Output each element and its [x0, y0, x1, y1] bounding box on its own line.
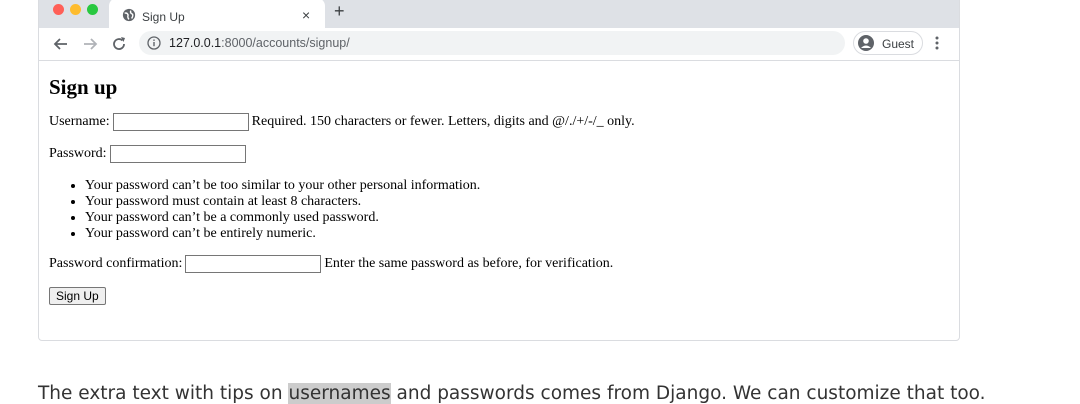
url-path: :8000/accounts/signup/: [221, 36, 350, 50]
password-input[interactable]: [109, 145, 246, 163]
caption-after: and passwords comes from Django. We can …: [390, 383, 986, 404]
maximize-window-button[interactable]: [87, 4, 98, 15]
window-controls: [53, 4, 98, 15]
forward-arrow-icon[interactable]: [80, 34, 100, 54]
caption-before: The extra text with tips on: [38, 383, 289, 404]
password-rule: Your password can’t be a commonly used p…: [85, 210, 480, 226]
profile-label: Guest: [882, 37, 915, 51]
password-row: Password:: [49, 145, 249, 163]
browser-toolbar: 127.0.0.1:8000/accounts/signup/ Guest: [39, 28, 959, 61]
username-row: Username: Required. 150 characters or fe…: [49, 113, 635, 131]
username-label: Username:: [49, 114, 110, 129]
password-rule: Your password can’t be entirely numeric.: [85, 226, 480, 242]
info-icon[interactable]: [147, 36, 161, 50]
tab-close-icon[interactable]: ×: [302, 7, 310, 23]
tab-title: Sign Up: [142, 10, 185, 24]
password-confirm-label: Password confirmation:: [49, 256, 183, 271]
person-icon: [858, 35, 874, 51]
address-bar[interactable]: 127.0.0.1:8000/accounts/signup/: [139, 31, 845, 55]
page-title: Sign up: [49, 75, 118, 99]
minimize-window-button[interactable]: [70, 4, 81, 15]
close-window-button[interactable]: [53, 4, 64, 15]
password-confirm-row: Password confirmation: Enter the same pa…: [49, 255, 613, 273]
password-confirm-help-text: Enter the same password as before, for v…: [324, 256, 614, 271]
reload-icon[interactable]: [109, 34, 129, 54]
tab-strip: Sign Up × +: [39, 0, 959, 28]
globe-icon: [122, 8, 136, 22]
tab-sign-up[interactable]: Sign Up ×: [109, 0, 325, 28]
password-label: Password:: [49, 146, 107, 161]
sign-up-button[interactable]: Sign Up: [49, 287, 106, 305]
profile-button[interactable]: Guest: [853, 31, 923, 55]
password-rule: Your password can’t be too similar to yo…: [85, 178, 480, 194]
back-arrow-icon[interactable]: [51, 34, 71, 54]
username-input[interactable]: [112, 113, 249, 131]
password-rule: Your password must contain at least 8 ch…: [85, 194, 480, 210]
url-host: 127.0.0.1: [169, 36, 222, 50]
password-confirm-input[interactable]: [185, 255, 322, 273]
password-rules-list: Your password can’t be too similar to yo…: [49, 178, 480, 242]
caption-highlight: usernames: [288, 383, 391, 404]
browser-window: Sign Up × + 127.0.0.1:8000/accounts/sign…: [38, 0, 960, 341]
username-help-text: Required. 150 characters or fewer. Lette…: [251, 114, 635, 129]
caption-text: The extra text with tips on usernames an…: [38, 383, 986, 404]
more-menu-icon[interactable]: [935, 36, 939, 50]
new-tab-button[interactable]: +: [334, 2, 345, 20]
url-text[interactable]: 127.0.0.1:8000/accounts/signup/: [169, 36, 350, 50]
